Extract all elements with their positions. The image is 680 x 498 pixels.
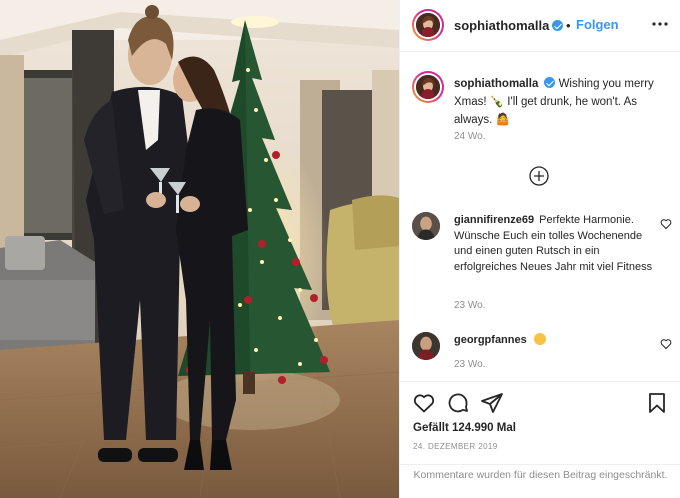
comment-avatar-image	[412, 212, 440, 240]
follow-button[interactable]: Folgen	[576, 17, 619, 32]
comment-timestamp[interactable]: 23 Wo.	[454, 300, 486, 311]
load-more-comments-icon[interactable]	[529, 166, 549, 186]
comment-avatar[interactable]	[412, 332, 440, 360]
comment-username[interactable]: georgpfannes	[454, 334, 527, 346]
comment-heart-icon[interactable]	[660, 218, 672, 230]
caption-text: sophiathomalla Wishing you merry Xmas! 🍾…	[454, 75, 672, 129]
header-separator: •	[566, 18, 571, 33]
post-date[interactable]: 24. DEZEMBER 2019	[413, 442, 498, 451]
post-header: sophiathomalla • Folgen	[400, 0, 680, 52]
caption-timestamp[interactable]: 24 Wo.	[454, 131, 486, 142]
verified-badge-icon	[552, 20, 564, 31]
post-photo[interactable]	[0, 0, 399, 498]
bookmark-icon[interactable]	[645, 391, 669, 415]
comment-icon[interactable]	[446, 391, 470, 415]
post-side-panel: sophiathomalla • Folgen sophiathomalla W…	[399, 0, 680, 498]
share-icon[interactable]	[480, 391, 504, 415]
clapping-hands-icon	[533, 333, 546, 345]
comment-text: giannifirenze69 Perfekte Harmonie. Wünsc…	[454, 213, 654, 275]
comment-avatar[interactable]	[412, 212, 440, 240]
comment-username[interactable]: giannifirenze69	[454, 214, 534, 226]
post-actions: Gefällt 124.990 Mal 24. DEZEMBER 2019 Ko…	[400, 381, 680, 498]
comments-restricted-notice: Kommentare wurden für diesen Beitrag ein…	[400, 464, 680, 498]
comment-text: georgpfannes	[454, 333, 654, 349]
author-avatar[interactable]	[412, 9, 444, 41]
verified-badge-icon	[544, 77, 556, 88]
author-avatar-image	[416, 13, 440, 37]
caption-avatar[interactable]	[412, 71, 444, 103]
author-username[interactable]: sophiathomalla	[454, 18, 564, 33]
heart-icon[interactable]	[412, 391, 436, 415]
caption-avatar-image	[416, 75, 440, 99]
comment-avatar-image	[412, 332, 440, 360]
more-horizontal-icon[interactable]	[651, 15, 669, 33]
comment-timestamp[interactable]: 23 Wo.	[454, 359, 486, 370]
christmas-couple-photo	[0, 0, 399, 498]
like-count[interactable]: Gefällt 124.990 Mal	[413, 422, 516, 434]
caption-username[interactable]: sophiathomalla	[454, 78, 538, 90]
comment-heart-icon[interactable]	[660, 338, 672, 350]
